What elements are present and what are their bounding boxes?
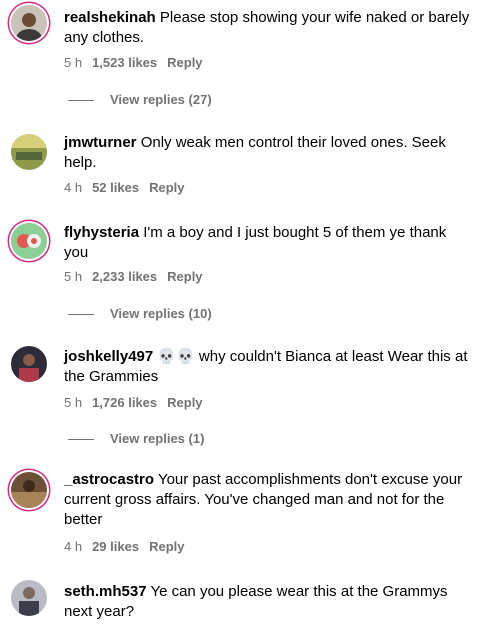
comment-meta: 5 h 2,233 likes Reply <box>64 269 213 284</box>
reply-button[interactable]: Reply <box>149 539 184 554</box>
comment-text: jmwturner Only weak men control their lo… <box>64 133 474 173</box>
avatar[interactable] <box>11 472 47 508</box>
comment-text: seth.mh537 Ye can you please wear this a… <box>64 582 474 622</box>
comment-text: joshkelly497 💀💀 why couldn't Bianca at l… <box>64 347 474 387</box>
comment-text: realshekinah Please stop showing your wi… <box>64 8 474 48</box>
comment-text: flyhysteria I'm a boy and I just bought … <box>64 223 474 263</box>
avatar[interactable] <box>11 580 47 616</box>
username[interactable]: _astrocastro <box>64 471 154 488</box>
view-replies-label: View replies (10) <box>110 306 212 321</box>
avatar[interactable] <box>11 223 47 259</box>
timestamp: 5 h <box>64 269 83 284</box>
reply-button[interactable]: Reply <box>167 395 202 410</box>
divider <box>68 314 94 316</box>
likes-count[interactable]: 1,523 likes <box>92 55 157 70</box>
avatar[interactable] <box>11 5 47 41</box>
reply-button[interactable]: Reply <box>167 269 202 284</box>
view-replies-label: View replies (27) <box>110 92 212 107</box>
comment-meta: 5 h 1,523 likes Reply <box>64 55 213 70</box>
timestamp: 5 h <box>64 395 83 410</box>
likes-count[interactable]: 2,233 likes <box>92 269 157 284</box>
comment-meta: 4 h 52 likes Reply <box>64 180 194 195</box>
likes-count[interactable]: 29 likes <box>92 539 139 554</box>
timestamp: 4 h <box>64 180 83 195</box>
username[interactable]: realshekinah <box>64 9 156 26</box>
view-replies-button[interactable]: View replies (1) <box>68 431 204 446</box>
avatar[interactable] <box>11 346 47 382</box>
comment-meta: 5 h 1,726 likes Reply <box>64 395 213 410</box>
divider <box>68 439 94 441</box>
timestamp: 4 h <box>64 539 83 554</box>
comment-text: _astrocastro Your past accomplishments d… <box>64 470 474 530</box>
timestamp: 5 h <box>64 55 83 70</box>
view-replies-button[interactable]: View replies (27) <box>68 92 212 107</box>
view-replies-button[interactable]: View replies (10) <box>68 306 212 321</box>
username[interactable]: joshkelly497 <box>64 348 153 365</box>
username[interactable]: flyhysteria <box>64 224 139 241</box>
likes-count[interactable]: 1,726 likes <box>92 395 157 410</box>
reply-button[interactable]: Reply <box>149 180 184 195</box>
username[interactable]: seth.mh537 <box>64 583 147 600</box>
likes-count[interactable]: 52 likes <box>92 180 139 195</box>
reply-button[interactable]: Reply <box>167 55 202 70</box>
divider <box>68 100 94 102</box>
username[interactable]: jmwturner <box>64 134 137 151</box>
view-replies-label: View replies (1) <box>110 431 205 446</box>
avatar[interactable] <box>11 134 47 170</box>
comment-meta: 4 h 29 likes Reply <box>64 539 194 554</box>
